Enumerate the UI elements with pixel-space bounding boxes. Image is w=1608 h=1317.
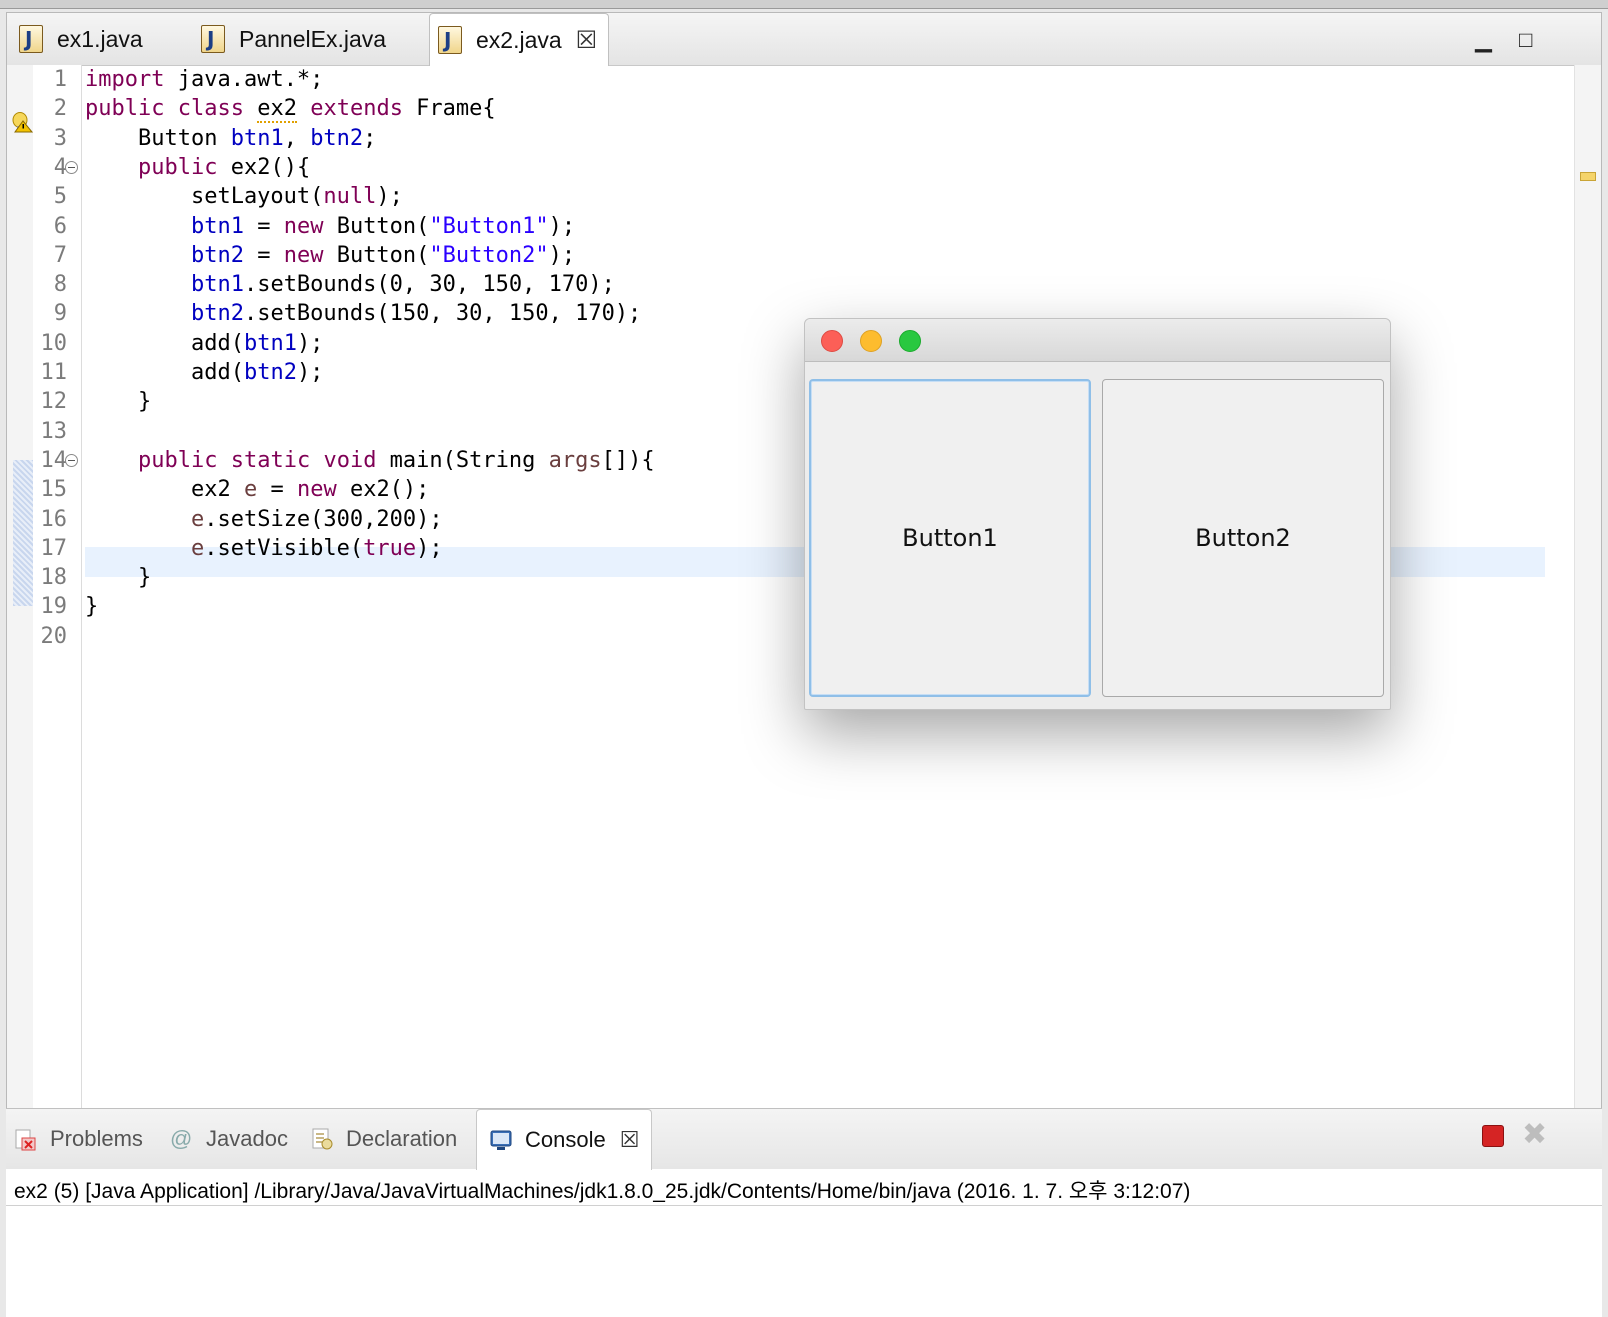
tab-ex1-java[interactable]: J ex1.java xyxy=(11,13,143,65)
line-number: 13 xyxy=(40,418,68,444)
code-line: btn1.setBounds(0, 30, 150, 170); xyxy=(190,272,615,298)
close-console-icon[interactable]: ☒ xyxy=(620,1127,640,1153)
line-number: 7 xyxy=(53,242,67,268)
tab-label: ex1.java xyxy=(57,25,143,52)
code-line: } xyxy=(85,594,99,620)
console-icon xyxy=(490,1130,512,1150)
line-number: 16 xyxy=(40,506,68,532)
problems-icon xyxy=(15,1129,36,1151)
bottom-view-panel: Problems @ Javadoc Declaration Console ☒… xyxy=(6,1108,1602,1317)
tab-problems[interactable]: Problems xyxy=(14,1109,143,1169)
code-line: import java.awt.*; xyxy=(85,67,324,92)
javadoc-at-icon: @ xyxy=(170,1126,193,1151)
awt-frame-window: Button1 Button2 xyxy=(804,318,1391,710)
minimize-icon[interactable]: ▁ xyxy=(1475,27,1492,53)
code-line: Button btn1, btn2; xyxy=(85,125,377,151)
close-tab-icon[interactable]: ☒ xyxy=(576,26,598,55)
code-line: } xyxy=(85,565,152,591)
bottom-tab-bar: Problems @ Javadoc Declaration Console ☒… xyxy=(6,1109,1602,1170)
tab-pannelex-java[interactable]: J PannelEx.java xyxy=(193,13,386,65)
warning-lightbulb-icon[interactable] xyxy=(11,111,33,133)
tab-label: PannelEx.java xyxy=(239,25,387,52)
line-number: 10 xyxy=(40,330,68,356)
line-number: 3 xyxy=(53,125,67,151)
code-line: setLayout(null); xyxy=(85,184,403,210)
tab-label: ex2.java xyxy=(476,26,562,53)
code-line: btn2 = new Button("Button2"); xyxy=(190,242,576,268)
line-number: 15 xyxy=(40,477,68,503)
tab-declaration[interactable]: Declaration xyxy=(310,1109,457,1169)
fold-collapse-icon[interactable] xyxy=(65,160,78,174)
tab-label: Declaration xyxy=(346,1126,458,1151)
tab-label: Javadoc xyxy=(206,1126,288,1151)
window-top-strip xyxy=(0,0,1608,9)
line-number: 6 xyxy=(53,213,67,239)
declaration-icon xyxy=(312,1128,333,1150)
fold-collapse-icon[interactable] xyxy=(65,453,78,467)
zoom-window-button[interactable] xyxy=(899,330,921,352)
warning-overview-marker[interactable] xyxy=(1580,172,1596,181)
line-number: 12 xyxy=(40,389,68,415)
minimize-window-button[interactable] xyxy=(860,330,882,352)
code-line: add(btn2); xyxy=(85,360,324,385)
java-file-icon: J xyxy=(19,25,43,53)
code-line: ex2 e = new ex2(); xyxy=(85,477,430,503)
code-line: public ex2(){ xyxy=(137,154,311,180)
console-divider xyxy=(6,1205,1602,1206)
code-line: btn1 = new Button("Button1"); xyxy=(190,213,576,239)
console-header: ex2 (5) [Java Application] /Library/Java… xyxy=(14,1180,1191,1203)
line-number: 5 xyxy=(53,184,67,210)
maximize-icon[interactable]: □ xyxy=(1519,27,1532,53)
line-number: 19 xyxy=(40,594,68,620)
editor-tab-bar: J ex1.java J PannelEx.java J ex2.java ☒ … xyxy=(7,13,1601,66)
tab-label: Problems xyxy=(50,1126,143,1151)
code-line: btn2.setBounds(150, 30, 150, 170); xyxy=(190,301,642,327)
tab-ex2-java[interactable]: J ex2.java ☒ xyxy=(429,13,609,66)
java-file-icon: J xyxy=(438,26,462,54)
button2[interactable]: Button2 xyxy=(1102,379,1384,697)
code-line: public static void main(String args[]){ xyxy=(137,447,655,473)
code-line: add(btn1); xyxy=(85,330,324,356)
line-number: 1 xyxy=(53,67,67,92)
line-number: 20 xyxy=(40,623,68,649)
line-number-ruler: 1 2 3 4 5 6 7 8 9 10 11 12 13 14 15 16 17 18 19 20 xyxy=(33,65,82,1125)
line-number: 8 xyxy=(53,272,67,298)
tab-console[interactable]: Console ☒ xyxy=(476,1109,653,1170)
close-window-button[interactable] xyxy=(821,330,843,352)
line-number: 2 xyxy=(53,96,67,122)
remove-launch-icon[interactable]: ✖ xyxy=(1522,1117,1547,1152)
code-line: e.setSize(300,200); xyxy=(190,506,443,532)
tab-label: Console xyxy=(525,1127,606,1152)
line-number: 9 xyxy=(53,301,67,327)
overview-ruler xyxy=(1574,65,1601,1125)
line-number: 18 xyxy=(40,565,68,591)
quick-diff-change-bar xyxy=(13,460,35,606)
code-line: } xyxy=(85,389,152,415)
java-file-icon: J xyxy=(201,25,225,53)
awt-title-bar[interactable] xyxy=(805,319,1390,362)
code-line: e.setVisible(true); xyxy=(190,535,443,561)
code-line: public class ex2 extends Frame{ xyxy=(85,96,496,124)
terminate-icon[interactable] xyxy=(1482,1125,1504,1147)
line-number: 17 xyxy=(40,535,68,561)
tab-javadoc[interactable]: @ Javadoc xyxy=(170,1109,288,1169)
line-number: 14 xyxy=(40,447,68,473)
line-number: 11 xyxy=(40,360,68,385)
button1[interactable]: Button1 xyxy=(809,379,1091,697)
